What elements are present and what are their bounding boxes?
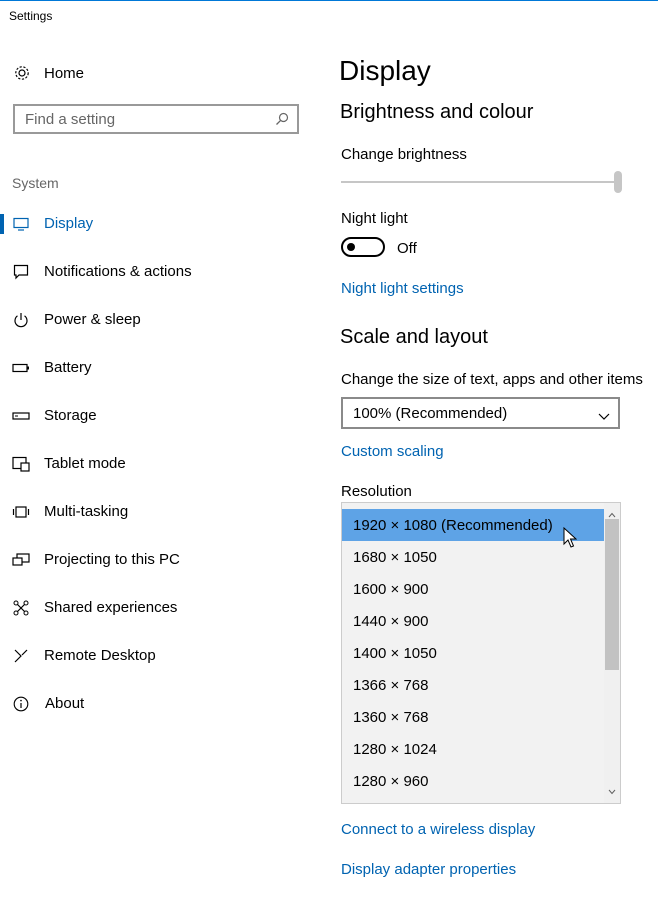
sidebar-item-label: Remote Desktop: [44, 647, 156, 664]
resolution-option[interactable]: 1400 × 1050: [342, 637, 604, 669]
resolution-option[interactable]: 1280 × 960: [342, 765, 604, 797]
window-top-border: [0, 0, 658, 1]
brightness-slider-thumb[interactable]: [614, 171, 622, 193]
sidebar-item-label: Notifications & actions: [44, 263, 192, 280]
brightness-heading: Brightness and colour: [340, 101, 534, 123]
scale-dropdown-value: 100% (Recommended): [353, 404, 508, 422]
resolution-option[interactable]: 1280 × 1024: [342, 733, 604, 765]
mouse-pointer-icon: [563, 526, 578, 554]
resolution-option[interactable]: 1600 × 900: [342, 573, 604, 605]
sidebar-item-about[interactable]: About: [0, 684, 320, 724]
chevron-down-icon[interactable]: [608, 782, 616, 800]
battery-icon: [12, 360, 30, 376]
power-icon: [12, 312, 30, 328]
sidebar-item-shared-experiences[interactable]: Shared experiences: [0, 588, 320, 628]
sidebar-item-label: Storage: [44, 407, 97, 424]
display-adapter-properties-link[interactable]: Display adapter properties: [341, 861, 516, 878]
chat-bubble-icon: [12, 264, 30, 280]
resolution-option[interactable]: 1366 × 768: [342, 669, 604, 701]
scale-label: Change the size of text, apps and other …: [341, 371, 643, 388]
sidebar-item-label: Tablet mode: [44, 455, 126, 472]
search-box[interactable]: [13, 104, 299, 134]
multitasking-icon: [12, 504, 30, 520]
tablet-mode-icon: [12, 456, 30, 472]
change-brightness-label: Change brightness: [341, 146, 467, 163]
search-input[interactable]: [25, 110, 265, 128]
night-light-toggle[interactable]: [341, 237, 385, 257]
storage-drive-icon: [12, 408, 30, 424]
monitor-icon: [12, 216, 30, 232]
window-title: Settings: [9, 9, 53, 23]
night-light-state: Off: [397, 240, 417, 257]
sidebar-item-label: Battery: [44, 359, 92, 376]
resolution-scrollbar[interactable]: [604, 503, 620, 803]
sidebar-item-label: Power & sleep: [44, 311, 141, 328]
projecting-icon: [12, 552, 30, 568]
home-button[interactable]: Home: [12, 60, 84, 86]
section-label-system: System: [12, 175, 59, 191]
scale-layout-heading: Scale and layout: [340, 326, 488, 348]
scale-dropdown[interactable]: 100% (Recommended): [341, 397, 620, 429]
wireless-display-link[interactable]: Connect to a wireless display: [341, 821, 535, 838]
sidebar-item-label: Display: [44, 215, 94, 232]
resolution-list[interactable]: 1920 × 1080 (Recommended) 1680 × 1050 16…: [341, 502, 621, 804]
custom-scaling-link[interactable]: Custom scaling: [341, 443, 444, 460]
sidebar-item-label: About: [45, 695, 85, 712]
sidebar-item-label: Projecting to this PC: [44, 551, 180, 568]
night-light-settings-link[interactable]: Night light settings: [341, 280, 464, 297]
sidebar-item-multitasking[interactable]: Multi-tasking: [0, 492, 320, 532]
sidebar-item-remote-desktop[interactable]: Remote Desktop: [0, 636, 320, 676]
search-icon[interactable]: [275, 112, 289, 131]
resolution-option[interactable]: 1440 × 900: [342, 605, 604, 637]
scrollbar-thumb[interactable]: [605, 519, 619, 670]
sidebar-item-tablet-mode[interactable]: Tablet mode: [0, 444, 320, 484]
shared-experiences-icon: [12, 600, 30, 616]
page-title: Display: [339, 55, 431, 86]
gear-icon: [12, 64, 32, 82]
home-label: Home: [44, 64, 85, 82]
sidebar-item-projecting[interactable]: Projecting to this PC: [0, 540, 320, 580]
info-icon: [12, 696, 30, 712]
sidebar-item-battery[interactable]: Battery: [0, 348, 320, 388]
sidebar-item-notifications[interactable]: Notifications & actions: [0, 252, 320, 292]
sidebar-item-label: Multi-tasking: [44, 503, 129, 520]
active-indicator: [0, 214, 4, 234]
sidebar-item-power-sleep[interactable]: Power & sleep: [0, 300, 320, 340]
toggle-knob: [347, 243, 355, 251]
remote-desktop-icon: [12, 648, 30, 664]
sidebar-item-display[interactable]: Display: [0, 204, 320, 244]
sidebar-item-label: Shared experiences: [44, 599, 178, 616]
resolution-label: Resolution: [341, 483, 412, 500]
sidebar-item-storage[interactable]: Storage: [0, 396, 320, 436]
night-light-label: Night light: [341, 210, 408, 227]
resolution-option[interactable]: 1360 × 768: [342, 701, 604, 733]
chevron-down-icon: [598, 408, 610, 426]
brightness-slider-track[interactable]: [341, 181, 620, 183]
